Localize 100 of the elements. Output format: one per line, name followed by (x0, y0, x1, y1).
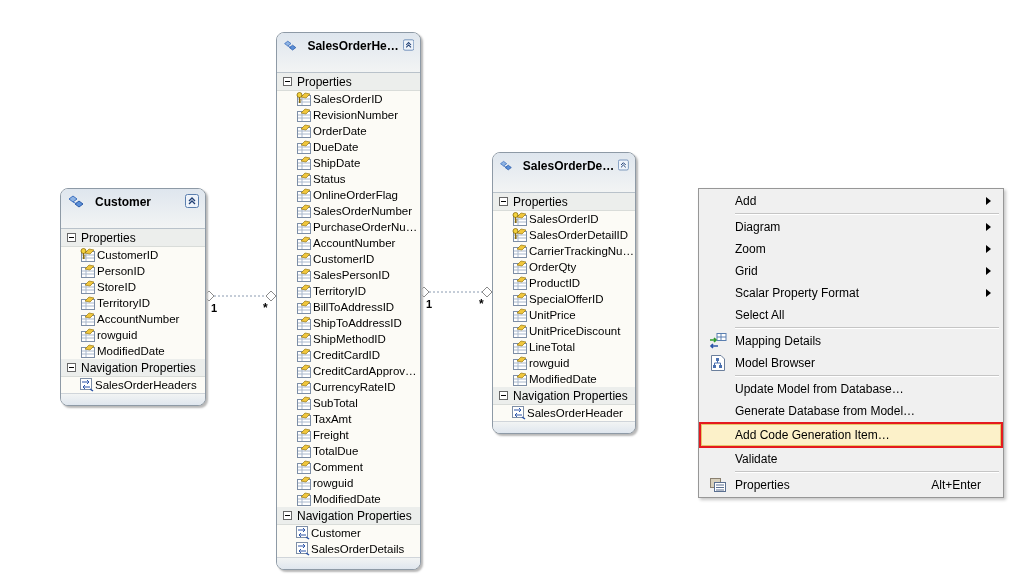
property-icon (296, 172, 312, 186)
collapse-toggle-icon[interactable] (67, 363, 76, 372)
entity-property[interactable]: AccountNumber (312, 235, 396, 251)
entity-property[interactable]: ShipDate (312, 155, 361, 171)
entity-property[interactable]: SalesOrderID (528, 211, 599, 227)
association-connector[interactable] (203, 290, 277, 302)
entity-property[interactable]: LineTotal (528, 339, 576, 355)
entity-property[interactable]: DueDate (312, 139, 359, 155)
entity-property[interactable]: PurchaseOrderNu… (312, 219, 418, 235)
entity-property[interactable]: PersonID (96, 263, 145, 279)
entity-shape[interactable] (276, 32, 421, 570)
entity-shape[interactable]: Customer Properties CustomerID PersonID StoreID TerritoryID AccountNumber rowguid ModifiedDate Navigation Properties SalesOrderHeaders (60, 188, 206, 406)
property-icon (296, 268, 312, 282)
property-icon (296, 124, 312, 138)
collapse-toggle-icon[interactable] (499, 391, 508, 400)
menu-item[interactable]: Scalar Property Format (699, 282, 1003, 304)
navigation-property[interactable]: SalesOrderDetails (310, 541, 405, 557)
entity-property[interactable]: ModifiedDate (312, 491, 381, 507)
entity-property[interactable]: OrderDate (312, 123, 367, 139)
key-property-icon (80, 248, 96, 262)
entity-title: SalesOrderDe… (521, 158, 615, 174)
collapse-button-icon[interactable] (402, 38, 414, 52)
entity-property[interactable]: OnlineOrderFlag (312, 187, 398, 203)
property-icon (512, 324, 528, 338)
entity-property[interactable]: SpecialOfferID (528, 291, 604, 307)
entity-property[interactable]: ModifiedDate (96, 343, 165, 359)
property-icon (296, 316, 312, 330)
navigation-property[interactable]: SalesOrderHeader (526, 405, 623, 421)
key-property-icon (512, 212, 528, 226)
menu-item[interactable]: Add Code Generation Item… (699, 422, 1003, 448)
mapping-details-icon (709, 332, 727, 350)
property-icon (80, 280, 96, 294)
entity-property[interactable]: StoreID (96, 279, 136, 295)
multiplicity-label: 1 (211, 303, 218, 314)
entity-property[interactable]: ShipToAddressID (312, 315, 402, 331)
entity-property[interactable]: AccountNumber (96, 311, 180, 327)
entity-property[interactable]: SalesOrderDetailID (528, 227, 629, 243)
entity-property[interactable]: UnitPriceDiscount (528, 323, 621, 339)
entity-property[interactable]: CustomerID (96, 247, 159, 263)
property-icon (80, 264, 96, 278)
entity-property[interactable]: TerritoryID (312, 283, 367, 299)
entity-property[interactable]: Status (312, 171, 346, 187)
section-header: Navigation Properties (513, 387, 628, 405)
menu-item[interactable]: Model Browser (699, 352, 1003, 374)
entity-property[interactable]: SubTotal (312, 395, 358, 411)
key-property-icon (512, 228, 528, 242)
entity-property[interactable]: ProductID (528, 275, 581, 291)
entity-property[interactable]: ModifiedDate (528, 371, 597, 387)
menu-item[interactable]: Diagram (699, 216, 1003, 238)
property-icon (296, 300, 312, 314)
entity-property[interactable]: SalesPersonID (312, 267, 390, 283)
property-icon (296, 348, 312, 362)
menu-item[interactable]: Select All (699, 304, 1003, 326)
entity-property[interactable]: RevisionNumber (312, 107, 398, 123)
menu-item[interactable]: Properties Alt+Enter (699, 474, 1003, 496)
entity-property[interactable]: SalesOrderID (312, 91, 383, 107)
entity-property[interactable]: TaxAmt (312, 411, 352, 427)
menu-item[interactable]: Mapping Details (699, 330, 1003, 352)
entity-property[interactable]: CreditCardID (312, 347, 381, 363)
entity-shape[interactable] (492, 152, 636, 434)
entity-property[interactable]: CurrencyRateID (312, 379, 396, 395)
menu-item[interactable]: Validate (699, 448, 1003, 470)
property-icon (296, 220, 312, 234)
entity-property[interactable]: Freight (312, 427, 349, 443)
property-icon (512, 244, 528, 258)
property-icon (296, 492, 312, 506)
menu-item[interactable]: Update Model from Database… (699, 378, 1003, 400)
navigation-property[interactable]: Customer (310, 525, 361, 541)
menu-item[interactable]: Add (699, 190, 1003, 212)
property-icon (296, 252, 312, 266)
entity-property[interactable]: TerritoryID (96, 295, 151, 311)
collapse-button-icon[interactable] (618, 158, 629, 172)
entity-property[interactable]: OrderQty (528, 259, 577, 275)
menu-item[interactable]: Zoom (699, 238, 1003, 260)
entity-property[interactable]: ShipMethodID (312, 331, 386, 347)
entity-property[interactable]: rowguid (528, 355, 570, 371)
entity-property[interactable]: rowguid (96, 327, 138, 343)
entity-property[interactable]: SalesOrderNumber (312, 203, 413, 219)
navigation-property-icon (80, 378, 94, 392)
entity-property[interactable]: BillToAddressID (312, 299, 395, 315)
collapse-button-icon[interactable] (185, 194, 199, 208)
entity-property[interactable]: CreditCardApprov… (312, 363, 417, 379)
entity-property[interactable]: CarrierTrackingNu… (528, 243, 634, 259)
property-icon (296, 204, 312, 218)
menu-item[interactable]: Generate Database from Model… (699, 400, 1003, 422)
collapse-toggle-icon[interactable] (283, 77, 292, 86)
navigation-property[interactable]: SalesOrderHeaders (94, 377, 197, 393)
collapse-toggle-icon[interactable] (283, 511, 292, 520)
entity-property[interactable]: rowguid (312, 475, 354, 491)
collapse-toggle-icon[interactable] (67, 233, 76, 242)
entity-property[interactable]: Comment (312, 459, 363, 475)
association-connector[interactable] (418, 286, 493, 298)
collapse-toggle-icon[interactable] (499, 197, 508, 206)
property-icon (296, 188, 312, 202)
entity-property[interactable]: CustomerID (312, 251, 375, 267)
entity-property[interactable]: TotalDue (312, 443, 359, 459)
property-icon (296, 140, 312, 154)
menu-item[interactable]: Grid (699, 260, 1003, 282)
entity-property[interactable]: UnitPrice (528, 307, 576, 323)
navigation-property-icon (296, 542, 310, 556)
